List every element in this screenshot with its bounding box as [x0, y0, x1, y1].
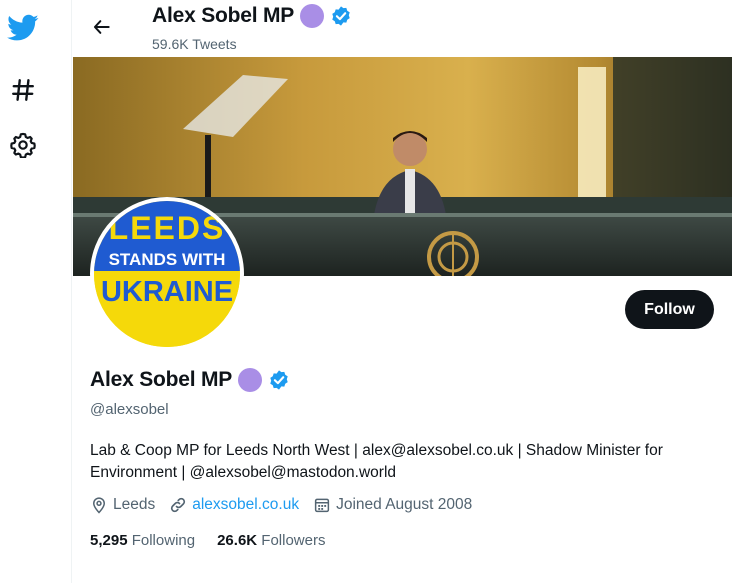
avatar-text-line2: STANDS WITH	[109, 250, 226, 269]
header-name-row: Alex Sobel MP	[152, 4, 352, 28]
back-arrow-icon	[93, 20, 110, 34]
affiliation-dot-icon	[300, 4, 325, 28]
website-item: alexsobel.co.uk	[169, 496, 299, 514]
profile-avatar[interactable]: LEEDS STANDS WITH UKRAINE	[90, 197, 244, 351]
bio-line: Lab & Coop MP for Leeds North West | ale…	[90, 442, 663, 459]
hashtag-icon[interactable]	[6, 73, 40, 107]
verified-badge-icon	[270, 370, 288, 390]
link-icon	[171, 497, 186, 513]
follow-stats: 5,295 Following 26.6K Followers	[90, 532, 347, 549]
avatar-text-line3: UKRAINE	[101, 276, 233, 308]
profile-handle: @alexsobel	[90, 401, 169, 418]
location-pin-icon	[92, 497, 106, 514]
location-text: Leeds	[113, 496, 156, 513]
header-title: Alex Sobel MP	[152, 4, 295, 27]
followers-label: Followers	[261, 532, 326, 549]
tweet-count: 59.6K Tweets	[152, 36, 237, 52]
profile-display-name: Alex Sobel MP	[90, 368, 233, 391]
following-label: Following	[131, 532, 196, 549]
affiliation-dot-icon	[238, 368, 263, 392]
twitter-bird-icon[interactable]	[6, 11, 40, 45]
profile-bio: Lab & Coop MP for Leeds North West | ale…	[90, 440, 720, 484]
location-item: Leeds	[90, 496, 155, 514]
followers-link[interactable]: 26.6K Followers	[217, 532, 325, 549]
following-link[interactable]: 5,295 Following	[90, 532, 195, 549]
following-count: 5,295	[90, 532, 128, 549]
follow-button[interactable]: Follow	[625, 290, 714, 329]
left-nav-sidebar	[0, 0, 72, 583]
profile-meta: Leeds alexsobel.co.uk Joined August 2008	[90, 496, 486, 514]
back-button[interactable]	[89, 14, 115, 40]
gear-icon[interactable]	[6, 128, 40, 162]
joined-item: Joined August 2008	[313, 496, 472, 514]
followers-count: 26.6K	[217, 532, 258, 549]
joined-text: Joined August 2008	[336, 496, 473, 513]
profile-name-row: Alex Sobel MP	[90, 368, 290, 392]
profile-header: Alex Sobel MP 59.6K Tweets	[73, 0, 732, 56]
verified-badge-icon	[332, 6, 350, 26]
profile-column: Alex Sobel MP 59.6K Tweets LEEDS STANDS …	[73, 0, 732, 583]
website-link[interactable]: alexsobel.co.uk	[192, 496, 299, 514]
avatar-text-line1: LEEDS	[109, 210, 226, 246]
bio-line: Environment | @alexsobel@mastodon.world	[90, 464, 397, 481]
calendar-icon	[314, 498, 330, 513]
